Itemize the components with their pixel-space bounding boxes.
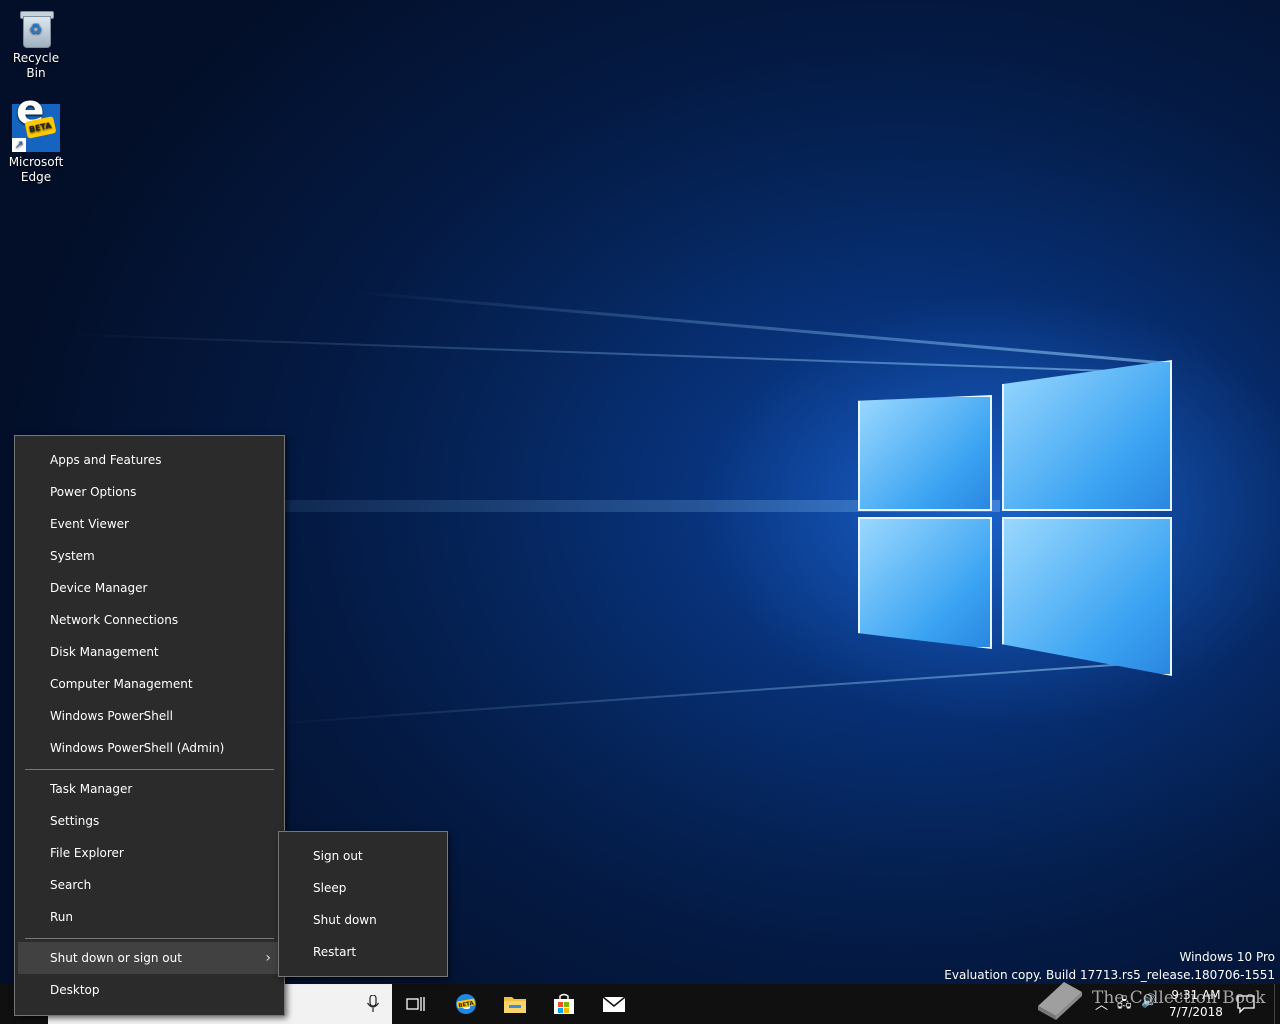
light-beam [272, 660, 1171, 725]
desktop-icon-recycle-bin[interactable]: ♻ Recycle Bin [4, 8, 68, 81]
menu-item-file-explorer[interactable]: File Explorer [18, 837, 281, 869]
windows-logo-pane [1002, 517, 1172, 676]
action-center-icon[interactable] [1236, 994, 1256, 1014]
chevron-right-icon: › [265, 950, 271, 966]
menu-item-label: Shut down or sign out [50, 951, 182, 965]
taskbar-edge-button[interactable]: e BETA [442, 984, 490, 1024]
clock-time[interactable]: 9:31 AM [1168, 988, 1224, 1002]
desktop-icon-label: Microsoft Edge [8, 155, 64, 184]
winx-power-user-menu: Apps and Features Power Options Event Vi… [14, 435, 285, 1016]
taskbar-store-button[interactable] [540, 984, 588, 1024]
menu-item-search[interactable]: Search [18, 869, 281, 901]
windows-logo-pane [858, 395, 992, 511]
menu-item-disk-management[interactable]: Disk Management [18, 636, 281, 668]
menu-item-shut-down-or-sign-out[interactable]: Shut down or sign out › [18, 942, 281, 974]
menu-item-restart[interactable]: Restart [282, 936, 444, 968]
menu-item-shut-down[interactable]: Shut down [282, 904, 444, 936]
build-watermark: Evaluation copy. Build 17713.rs5_release… [944, 968, 1275, 982]
taskbar-mail-button[interactable] [590, 984, 638, 1024]
light-beam [352, 290, 1171, 365]
taskbar-file-explorer-button[interactable] [491, 984, 539, 1024]
light-beam [70, 333, 1171, 374]
menu-separator [25, 938, 274, 939]
file-explorer-icon [504, 997, 526, 1013]
menu-item-device-manager[interactable]: Device Manager [18, 572, 281, 604]
clock-date[interactable]: 7/7/2018 [1168, 1005, 1224, 1019]
desktop-icon-label: Recycle Bin [12, 51, 60, 80]
menu-item-windows-powershell[interactable]: Windows PowerShell [18, 700, 281, 732]
mail-icon [602, 996, 626, 1012]
menu-item-event-viewer[interactable]: Event Viewer [18, 508, 281, 540]
menu-item-desktop[interactable]: Desktop [18, 974, 281, 1006]
desktop-icon-microsoft-edge[interactable]: e BETA ↗ Microsoft Edge [4, 89, 68, 185]
menu-item-apps-and-features[interactable]: Apps and Features [18, 444, 281, 476]
menu-separator [25, 769, 274, 770]
windows-logo-pane [858, 517, 992, 649]
show-desktop-button[interactable] [1274, 984, 1280, 1024]
shortcut-arrow-icon: ↗ [12, 138, 26, 152]
chevron-up-icon[interactable]: ︿ [1095, 994, 1108, 1013]
menu-item-windows-powershell-admin[interactable]: Windows PowerShell (Admin) [18, 732, 281, 764]
menu-item-task-manager[interactable]: Task Manager [18, 773, 281, 805]
menu-item-computer-management[interactable]: Computer Management [18, 668, 281, 700]
menu-item-sign-out[interactable]: Sign out [282, 840, 444, 872]
edge-beta-icon: e BETA ↗ [12, 89, 60, 152]
microphone-icon[interactable] [366, 995, 380, 1013]
menu-item-network-connections[interactable]: Network Connections [18, 604, 281, 636]
edge-beta-icon: e BETA [456, 994, 476, 1014]
menu-item-sleep[interactable]: Sleep [282, 872, 444, 904]
menu-item-power-options[interactable]: Power Options [18, 476, 281, 508]
task-view-button[interactable] [392, 984, 440, 1024]
menu-item-settings[interactable]: Settings [18, 805, 281, 837]
recycle-bin-icon: ♻ [19, 8, 54, 48]
shutdown-submenu: Sign out Sleep Shut down Restart [278, 831, 448, 977]
menu-item-run[interactable]: Run [18, 901, 281, 933]
windows-edition-watermark: Windows 10 Pro [1179, 950, 1275, 964]
menu-item-system[interactable]: System [18, 540, 281, 572]
task-view-icon [406, 997, 425, 1011]
windows-logo-pane [1002, 360, 1172, 511]
volume-icon[interactable]: 🔊 [1141, 994, 1157, 1009]
microsoft-store-icon [554, 993, 574, 1014]
network-icon[interactable]: 🖧 [1117, 994, 1132, 1016]
